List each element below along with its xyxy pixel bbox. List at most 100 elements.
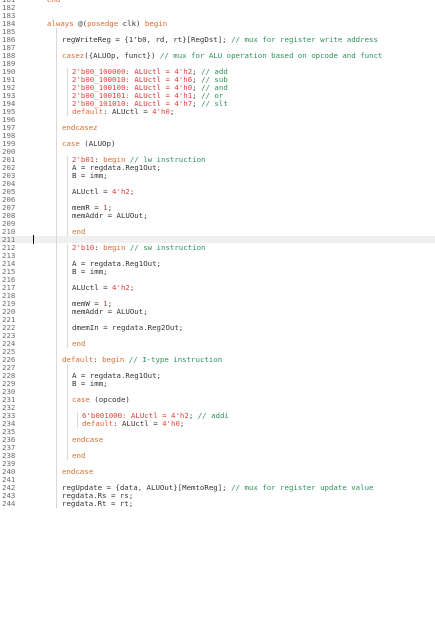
code-token: B = imm; xyxy=(72,379,108,388)
code-line[interactable]: 196 xyxy=(0,116,435,124)
line-code: dmemIn = regdata.Reg2Out; xyxy=(72,324,183,331)
code-line[interactable]: 182 xyxy=(0,4,435,11)
indent-guide xyxy=(56,444,57,452)
code-token: B = imm; xyxy=(72,171,108,180)
line-code: B = imm; xyxy=(72,172,108,179)
code-line[interactable]: 215 B = imm; xyxy=(0,268,435,276)
code-line[interactable]: 189 xyxy=(0,60,435,68)
line-code: ALUctl = 4'h2; xyxy=(72,188,134,195)
code-line[interactable]: 239 xyxy=(0,459,435,468)
code-token: // mux for register update value xyxy=(231,483,374,492)
code-line[interactable]: 221 xyxy=(0,316,435,324)
code-line[interactable]: 192 2'b00_100100: ALUctl = 4'h0; // and xyxy=(0,84,435,92)
code-token: regWriteReg = {1'b0, rd, rt}[RegDst]; xyxy=(62,35,232,44)
code-line[interactable]: 216 xyxy=(0,276,435,284)
code-line[interactable]: 231 case (opcode) xyxy=(0,396,435,404)
line-code: regdata.Rt = rt; xyxy=(62,500,133,507)
code-line[interactable]: 238 end xyxy=(0,452,435,460)
code-line[interactable]: 223 xyxy=(0,332,435,340)
code-line[interactable]: 236 endcase xyxy=(0,436,435,444)
code-line[interactable]: 203 B = imm; xyxy=(0,172,435,180)
code-line[interactable]: 207 memR = 1; xyxy=(0,204,435,212)
code-line[interactable]: 240 endcase xyxy=(0,468,435,476)
code-line[interactable]: 235 xyxy=(0,428,435,436)
code-line[interactable]: 220 memAddr = ALUOut; xyxy=(0,308,435,316)
code-line[interactable]: 208 memAddr = ALUOut; xyxy=(0,211,435,220)
code-line[interactable]: 206 xyxy=(0,196,435,204)
code-line[interactable]: 244 regdata.Rt = rt; xyxy=(0,500,435,508)
indent-guide xyxy=(67,212,68,220)
code-line[interactable]: 212 2'b10: begin // sw instruction xyxy=(0,244,435,252)
line-code: always @(posedge clk) begin xyxy=(47,20,167,27)
code-line[interactable]: 185 xyxy=(0,27,435,36)
code-line[interactable]: 186 regWriteReg = {1'b0, rd, rt}[RegDst];… xyxy=(0,35,435,44)
line-code: case (ALUOp) xyxy=(62,140,115,147)
code-line[interactable]: 202 A = regdata.Reg1Out; xyxy=(0,164,435,172)
code-line[interactable]: 237 xyxy=(0,444,435,452)
code-line[interactable]: 232 xyxy=(0,404,435,412)
code-line[interactable]: 222 dmemIn = regdata.Reg2Out; xyxy=(0,324,435,332)
code-line[interactable]: 229 B = imm; xyxy=(0,379,435,388)
code-line[interactable]: 226 default: begin // I-type instruction xyxy=(0,356,435,364)
code-editor[interactable]: 181end182183184 always @(posedge clk) beg… xyxy=(0,0,435,620)
code-line[interactable]: 230 xyxy=(0,388,435,396)
code-line[interactable]: 225 xyxy=(0,348,435,356)
code-line[interactable]: 218 xyxy=(0,292,435,300)
indent-guide xyxy=(56,340,57,348)
code-line[interactable]: 198 xyxy=(0,132,435,140)
code-line[interactable]: 217 ALUctl = 4'h2; xyxy=(0,283,435,292)
code-line[interactable]: 193 2'b00_100101: ALUctl = 4'h1; // or xyxy=(0,92,435,100)
code-token: @( xyxy=(78,19,88,28)
line-number: 227 xyxy=(2,363,16,372)
line-number: 194 xyxy=(2,99,16,108)
code-line[interactable]: 224 end xyxy=(0,340,435,348)
code-line[interactable]: 209 xyxy=(0,220,435,228)
code-line[interactable]: 187 xyxy=(0,44,435,52)
indent-guide xyxy=(56,476,57,484)
line-number: 239 xyxy=(2,459,16,468)
indent-guide xyxy=(67,292,68,300)
code-line[interactable]: 241 xyxy=(0,476,435,484)
line-code: B = imm; xyxy=(72,268,108,275)
code-line[interactable]: 184 always @(posedge clk) begin xyxy=(0,20,435,27)
code-token: 4'h7 xyxy=(174,99,193,108)
code-line[interactable]: 205 ALUctl = 4'h2; xyxy=(0,187,435,196)
code-line[interactable]: 242 regUpdate = {data, ALUOut}[MemtoReg];… xyxy=(0,483,435,492)
code-token: ALUctl = xyxy=(72,283,113,292)
indent-guide xyxy=(56,28,57,36)
code-line[interactable]: 214 A = regdata.Reg1Out; xyxy=(0,260,435,268)
code-line[interactable]: 200 xyxy=(0,148,435,156)
indent-guide xyxy=(67,380,68,388)
indent-guide xyxy=(56,172,57,180)
code-line[interactable]: 197 endcasez xyxy=(0,124,435,132)
code-line[interactable]: 190 2'b00_100000: ALUctl = 4'h2; // add xyxy=(0,68,435,76)
code-line[interactable]: 228 A = regdata.Reg1Out; xyxy=(0,372,435,380)
code-line[interactable]: 227 xyxy=(0,363,435,372)
line-code: regdata.Rs = rs; xyxy=(62,492,133,499)
code-line[interactable]: 219 memW = 1; xyxy=(0,300,435,308)
indent-guide xyxy=(56,124,57,132)
code-line[interactable]: 201 2'b01: begin // lw instruction xyxy=(0,156,435,164)
code-line[interactable]: 243 regdata.Rs = rs; xyxy=(0,492,435,500)
code-line[interactable]: 211 xyxy=(0,236,435,244)
line-number: 208 xyxy=(2,211,16,220)
code-line[interactable]: 210 end xyxy=(0,228,435,236)
code-line[interactable]: 194 2'b00_101010: ALUctl = 4'h7; // slt xyxy=(0,99,435,108)
code-line[interactable]: 234 default: ALUctl = 4'h0; xyxy=(0,420,435,428)
indent-guide xyxy=(56,388,57,396)
code-line[interactable]: 191 2'b00_100010: ALUctl = 4'h6; // sub xyxy=(0,76,435,84)
code-line[interactable]: 181end xyxy=(0,0,435,3)
line-number: 188 xyxy=(2,51,16,60)
code-line[interactable]: 195 default: ALUctl = 4'h0; xyxy=(0,108,435,116)
code-line[interactable]: 233 6'b001000: ALUctl = 4'h2; // addi xyxy=(0,412,435,420)
code-line[interactable]: 183 xyxy=(0,12,435,19)
code-line[interactable]: 213 xyxy=(0,252,435,260)
code-line[interactable]: 204 xyxy=(0,180,435,188)
indent-guide xyxy=(56,356,57,364)
code-line[interactable]: 188 casez({ALUOp, funct}) // mux for ALU … xyxy=(0,51,435,60)
code-line[interactable]: 199 case (ALUOp) xyxy=(0,140,435,148)
indent-guide xyxy=(67,252,68,260)
line-code: 2'b00_100100: ALUctl = 4'h0; // and xyxy=(72,84,228,91)
line-number: 205 xyxy=(2,187,16,196)
line-number: 185 xyxy=(2,27,16,36)
